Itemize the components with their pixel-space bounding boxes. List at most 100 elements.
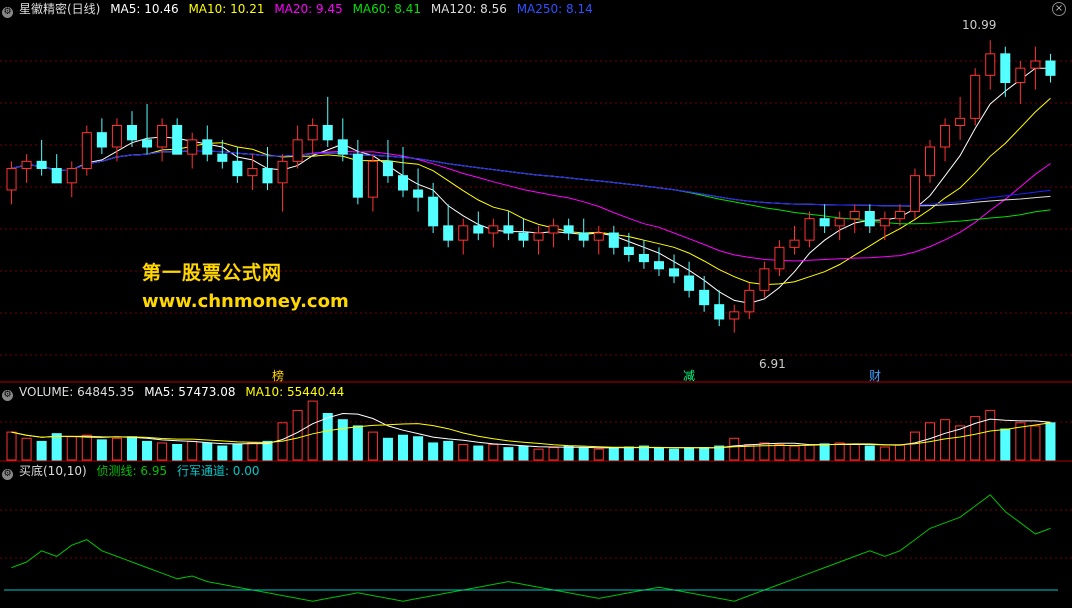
candle-body xyxy=(623,246,634,255)
legend-ma120: MA120: 8.56 xyxy=(430,2,507,16)
candle xyxy=(638,240,649,269)
volume-bar xyxy=(428,442,439,461)
candle-body xyxy=(985,53,996,76)
close-icon[interactable]: × xyxy=(1052,2,1066,16)
volume-header: ⚙ VOLUME: 64845.35 MA5: 57473.08 MA10: 55… xyxy=(2,384,350,401)
event-marker-1[interactable]: 榜 xyxy=(272,367,284,384)
candle xyxy=(157,118,168,162)
volume-bar xyxy=(699,447,710,461)
volume-bar xyxy=(36,440,47,461)
candle-body xyxy=(262,168,273,184)
candle-body xyxy=(729,311,740,320)
volume-bar xyxy=(187,440,198,461)
candle xyxy=(142,104,153,155)
volume-bar xyxy=(879,446,890,461)
candle xyxy=(202,125,213,162)
volume-bar xyxy=(262,440,273,461)
watermark-url: www.chnmoney.com xyxy=(142,291,349,312)
candle-body xyxy=(669,268,680,277)
candle xyxy=(970,68,981,126)
gear-icon[interactable]: ⚙ xyxy=(2,7,13,18)
candle xyxy=(111,118,122,162)
candle xyxy=(593,225,604,255)
volume-bar xyxy=(96,439,107,461)
volume-bar xyxy=(578,447,589,461)
candle-body xyxy=(563,225,574,234)
candle-body xyxy=(789,239,800,248)
candle-body xyxy=(804,218,815,241)
volume-bar xyxy=(6,431,17,461)
candle-body xyxy=(593,232,604,241)
volume-value: VOLUME: 64845.35 xyxy=(19,385,135,399)
candle xyxy=(1015,61,1026,104)
volume-ma10-line xyxy=(11,422,1051,449)
volume-bar xyxy=(21,437,32,461)
volume-bar xyxy=(172,444,183,461)
candle-body xyxy=(232,160,243,177)
volume-bar xyxy=(669,448,680,461)
candlestick-series xyxy=(6,40,1056,333)
candle-body xyxy=(247,168,258,177)
candle xyxy=(428,182,439,233)
volume-bar xyxy=(804,444,815,461)
candle-body xyxy=(834,218,845,227)
candle xyxy=(578,218,589,248)
candle-body xyxy=(909,175,920,213)
ma250-line xyxy=(11,150,1051,207)
candle-body xyxy=(924,146,936,177)
candle-body xyxy=(1000,53,1011,83)
gear-icon[interactable]: ⚙ xyxy=(2,390,13,401)
candle-body xyxy=(819,218,830,227)
candle xyxy=(277,154,288,212)
candle xyxy=(940,118,951,162)
candle xyxy=(1045,53,1056,83)
volume-bar xyxy=(894,444,905,461)
candle xyxy=(834,211,845,241)
volume-bar xyxy=(232,444,243,461)
candle xyxy=(804,211,815,248)
candle xyxy=(51,154,62,184)
candle-body xyxy=(879,218,890,227)
candle xyxy=(729,304,740,333)
candle xyxy=(292,125,303,169)
volume-bar xyxy=(81,434,92,461)
candle xyxy=(443,204,454,248)
candle-body xyxy=(503,225,514,234)
event-marker-2[interactable]: 减 xyxy=(683,367,695,384)
event-marker-3[interactable]: 财 xyxy=(869,367,881,384)
watermark-title: 第一股票公式网 xyxy=(142,262,283,284)
candle xyxy=(172,118,183,155)
candle xyxy=(789,225,800,255)
volume-bar xyxy=(789,445,800,461)
candle xyxy=(563,218,574,241)
volume-series xyxy=(6,400,1056,461)
candle-body xyxy=(51,168,62,184)
volume-bar xyxy=(382,437,393,461)
candle-body xyxy=(1015,67,1026,83)
volume-bar xyxy=(864,445,875,461)
candle xyxy=(608,225,619,255)
candle xyxy=(985,40,996,90)
volume-bar xyxy=(51,433,62,461)
candle xyxy=(337,118,348,162)
candle xyxy=(924,139,936,183)
volume-bar xyxy=(292,409,303,461)
candle xyxy=(96,118,107,155)
candle-body xyxy=(473,225,484,234)
candle xyxy=(66,161,77,198)
candle-body xyxy=(428,196,439,227)
indicator-channel: 行军通道: 0.00 xyxy=(176,464,260,478)
volume-bar xyxy=(1000,428,1011,461)
volume-bar xyxy=(684,447,695,461)
volume-bar xyxy=(443,440,454,461)
candle-body xyxy=(36,160,47,169)
candle-body xyxy=(277,160,288,184)
volume-bar xyxy=(638,445,649,461)
candle-body xyxy=(774,246,785,270)
candle xyxy=(548,218,559,248)
volume-bar xyxy=(533,448,544,461)
candle-body xyxy=(578,232,589,241)
gear-icon[interactable]: ⚙ xyxy=(2,469,13,480)
volume-bar xyxy=(337,419,348,461)
detect-line xyxy=(11,494,1051,602)
